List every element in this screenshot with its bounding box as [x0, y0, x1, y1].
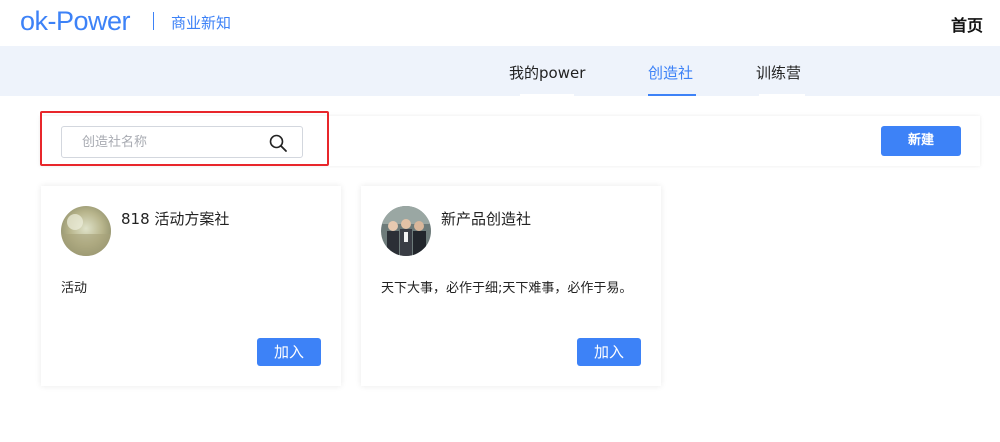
club-title[interactable]: 新产品创造社	[441, 208, 531, 229]
club-title[interactable]: 818 活动方案社	[121, 208, 229, 229]
tab-notch	[520, 94, 574, 96]
club-card[interactable]: 新产品创造社 天下大事，必作于细;天下难事，必作于易。 加入	[361, 186, 661, 386]
avatar	[61, 206, 111, 256]
join-button[interactable]: 加入	[577, 338, 641, 366]
tab-training-camp[interactable]: 训练营	[756, 62, 801, 83]
logo[interactable]: ok-Power	[20, 6, 131, 37]
tab-bar: 我的power 创造社 训练营	[0, 46, 1000, 96]
tab-creation-club[interactable]: 创造社	[648, 62, 693, 83]
top-header: ok-Power 商业新知 首页	[0, 0, 1000, 46]
new-button[interactable]: 新建	[881, 126, 961, 156]
tab-my-power[interactable]: 我的power	[509, 62, 585, 83]
active-tab-indicator	[648, 94, 696, 96]
search-highlight-box	[40, 111, 329, 166]
logo-subtitle: 商业新知	[171, 14, 232, 32]
join-button[interactable]: 加入	[257, 338, 321, 366]
logo-divider	[153, 12, 154, 30]
club-description: 天下大事，必作于细;天下难事，必作于易。	[381, 281, 633, 296]
club-description: 活动	[61, 281, 88, 296]
tab-notch	[759, 94, 805, 96]
avatar	[381, 206, 431, 256]
club-card[interactable]: 818 活动方案社 活动 加入	[41, 186, 341, 386]
home-link[interactable]: 首页	[951, 12, 983, 36]
